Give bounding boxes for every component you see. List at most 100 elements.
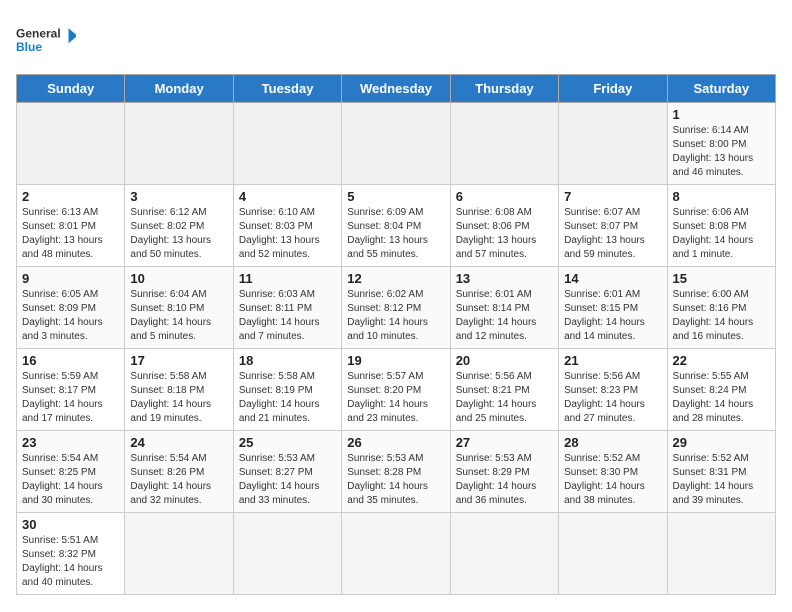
day-info: Sunrise: 6:01 AM Sunset: 8:14 PM Dayligh… <box>456 288 553 344</box>
calendar-cell: 1 Sunrise: 6:14 AM Sunset: 8:00 PM Daylig… <box>667 103 775 185</box>
calendar-cell <box>17 103 125 185</box>
logo: General Blue <box>16 16 76 66</box>
day-number: 13 <box>456 271 553 286</box>
calendar-cell: 25 Sunrise: 5:53 AM Sunset: 8:27 PM Dayli… <box>233 431 341 513</box>
calendar-cell: 5 Sunrise: 6:09 AM Sunset: 8:04 PM Daylig… <box>342 185 450 267</box>
day-number: 2 <box>22 189 119 204</box>
calendar-week-row: 1 Sunrise: 6:14 AM Sunset: 8:00 PM Daylig… <box>17 103 776 185</box>
calendar-cell <box>125 513 233 595</box>
calendar-cell <box>342 513 450 595</box>
day-info: Sunrise: 6:13 AM Sunset: 8:01 PM Dayligh… <box>22 206 119 262</box>
calendar-week-row: 2 Sunrise: 6:13 AM Sunset: 8:01 PM Daylig… <box>17 185 776 267</box>
svg-text:Blue: Blue <box>16 40 42 54</box>
calendar-cell: 26 Sunrise: 5:53 AM Sunset: 8:28 PM Dayli… <box>342 431 450 513</box>
calendar-cell: 19Sunrise: 5:57 AM Sunset: 8:20 PM Dayli… <box>342 349 450 431</box>
weekday-header-wednesday: Wednesday <box>342 75 450 103</box>
weekday-header-monday: Monday <box>125 75 233 103</box>
calendar-cell <box>559 103 667 185</box>
day-info: Sunrise: 6:08 AM Sunset: 8:06 PM Dayligh… <box>456 206 553 262</box>
day-info: Sunrise: 5:54 AM Sunset: 8:26 PM Dayligh… <box>130 452 227 508</box>
calendar-cell: 24Sunrise: 5:54 AM Sunset: 8:26 PM Dayli… <box>125 431 233 513</box>
day-number: 8 <box>673 189 770 204</box>
calendar-cell: 7 Sunrise: 6:07 AM Sunset: 8:07 PM Daylig… <box>559 185 667 267</box>
day-info: Sunrise: 6:06 AM Sunset: 8:08 PM Dayligh… <box>673 206 770 262</box>
calendar-cell: 22 Sunrise: 5:55 AM Sunset: 8:24 PM Dayli… <box>667 349 775 431</box>
day-info: Sunrise: 5:53 AM Sunset: 8:27 PM Dayligh… <box>239 452 336 508</box>
calendar-cell: 30Sunrise: 5:51 AM Sunset: 8:32 PM Dayli… <box>17 513 125 595</box>
logo-icon: General Blue <box>16 16 76 66</box>
calendar-week-row: 30Sunrise: 5:51 AM Sunset: 8:32 PM Dayli… <box>17 513 776 595</box>
day-info: Sunrise: 6:02 AM Sunset: 8:12 PM Dayligh… <box>347 288 444 344</box>
weekday-header-row: SundayMondayTuesdayWednesdayThursdayFrid… <box>17 75 776 103</box>
day-info: Sunrise: 6:00 AM Sunset: 8:16 PM Dayligh… <box>673 288 770 344</box>
header: General Blue <box>16 16 776 66</box>
calendar-cell: 12 Sunrise: 6:02 AM Sunset: 8:12 PM Dayli… <box>342 267 450 349</box>
day-info: Sunrise: 6:05 AM Sunset: 8:09 PM Dayligh… <box>22 288 119 344</box>
calendar-cell <box>125 103 233 185</box>
day-number: 9 <box>22 271 119 286</box>
day-info: Sunrise: 5:52 AM Sunset: 8:31 PM Dayligh… <box>673 452 770 508</box>
day-number: 22 <box>673 353 770 368</box>
day-info: Sunrise: 5:52 AM Sunset: 8:30 PM Dayligh… <box>564 452 661 508</box>
day-info: Sunrise: 5:58 AM Sunset: 8:19 PM Dayligh… <box>239 370 336 426</box>
weekday-header-tuesday: Tuesday <box>233 75 341 103</box>
day-number: 7 <box>564 189 661 204</box>
calendar-cell: 17Sunrise: 5:58 AM Sunset: 8:18 PM Dayli… <box>125 349 233 431</box>
day-number: 6 <box>456 189 553 204</box>
weekday-header-saturday: Saturday <box>667 75 775 103</box>
calendar-cell <box>450 513 558 595</box>
day-info: Sunrise: 5:51 AM Sunset: 8:32 PM Dayligh… <box>22 534 119 590</box>
day-info: Sunrise: 5:55 AM Sunset: 8:24 PM Dayligh… <box>673 370 770 426</box>
calendar-cell: 3Sunrise: 6:12 AM Sunset: 8:02 PM Daylig… <box>125 185 233 267</box>
weekday-header-thursday: Thursday <box>450 75 558 103</box>
calendar-cell: 20 Sunrise: 5:56 AM Sunset: 8:21 PM Dayli… <box>450 349 558 431</box>
day-number: 17 <box>130 353 227 368</box>
day-number: 14 <box>564 271 661 286</box>
calendar-cell: 15 Sunrise: 6:00 AM Sunset: 8:16 PM Dayli… <box>667 267 775 349</box>
day-number: 20 <box>456 353 553 368</box>
day-number: 15 <box>673 271 770 286</box>
day-info: Sunrise: 5:56 AM Sunset: 8:23 PM Dayligh… <box>564 370 661 426</box>
day-number: 18 <box>239 353 336 368</box>
day-number: 3 <box>130 189 227 204</box>
calendar-cell <box>667 513 775 595</box>
calendar-cell: 23 Sunrise: 5:54 AM Sunset: 8:25 PM Dayli… <box>17 431 125 513</box>
weekday-header-sunday: Sunday <box>17 75 125 103</box>
day-number: 5 <box>347 189 444 204</box>
calendar-cell: 9 Sunrise: 6:05 AM Sunset: 8:09 PM Daylig… <box>17 267 125 349</box>
day-number: 11 <box>239 271 336 286</box>
day-number: 26 <box>347 435 444 450</box>
day-number: 4 <box>239 189 336 204</box>
day-number: 23 <box>22 435 119 450</box>
day-number: 25 <box>239 435 336 450</box>
day-info: Sunrise: 6:14 AM Sunset: 8:00 PM Dayligh… <box>673 124 770 180</box>
calendar-cell: 10Sunrise: 6:04 AM Sunset: 8:10 PM Dayli… <box>125 267 233 349</box>
day-info: Sunrise: 5:53 AM Sunset: 8:29 PM Dayligh… <box>456 452 553 508</box>
calendar-cell <box>559 513 667 595</box>
calendar-cell: 28Sunrise: 5:52 AM Sunset: 8:30 PM Dayli… <box>559 431 667 513</box>
calendar-week-row: 9 Sunrise: 6:05 AM Sunset: 8:09 PM Daylig… <box>17 267 776 349</box>
calendar-cell: 11Sunrise: 6:03 AM Sunset: 8:11 PM Dayli… <box>233 267 341 349</box>
day-number: 16 <box>22 353 119 368</box>
day-info: Sunrise: 6:04 AM Sunset: 8:10 PM Dayligh… <box>130 288 227 344</box>
day-info: Sunrise: 6:01 AM Sunset: 8:15 PM Dayligh… <box>564 288 661 344</box>
day-info: Sunrise: 5:54 AM Sunset: 8:25 PM Dayligh… <box>22 452 119 508</box>
calendar-week-row: 16Sunrise: 5:59 AM Sunset: 8:17 PM Dayli… <box>17 349 776 431</box>
day-number: 21 <box>564 353 661 368</box>
day-info: Sunrise: 6:10 AM Sunset: 8:03 PM Dayligh… <box>239 206 336 262</box>
day-info: Sunrise: 6:09 AM Sunset: 8:04 PM Dayligh… <box>347 206 444 262</box>
day-number: 12 <box>347 271 444 286</box>
day-number: 1 <box>673 107 770 122</box>
calendar-cell: 4 Sunrise: 6:10 AM Sunset: 8:03 PM Daylig… <box>233 185 341 267</box>
calendar-cell: 16Sunrise: 5:59 AM Sunset: 8:17 PM Dayli… <box>17 349 125 431</box>
calendar-cell: 2 Sunrise: 6:13 AM Sunset: 8:01 PM Daylig… <box>17 185 125 267</box>
day-info: Sunrise: 5:56 AM Sunset: 8:21 PM Dayligh… <box>456 370 553 426</box>
day-number: 19 <box>347 353 444 368</box>
day-number: 29 <box>673 435 770 450</box>
day-info: Sunrise: 5:53 AM Sunset: 8:28 PM Dayligh… <box>347 452 444 508</box>
calendar-cell: 8 Sunrise: 6:06 AM Sunset: 8:08 PM Daylig… <box>667 185 775 267</box>
calendar-cell: 14 Sunrise: 6:01 AM Sunset: 8:15 PM Dayli… <box>559 267 667 349</box>
day-info: Sunrise: 6:07 AM Sunset: 8:07 PM Dayligh… <box>564 206 661 262</box>
calendar-cell <box>233 513 341 595</box>
calendar-cell: 13 Sunrise: 6:01 AM Sunset: 8:14 PM Dayli… <box>450 267 558 349</box>
